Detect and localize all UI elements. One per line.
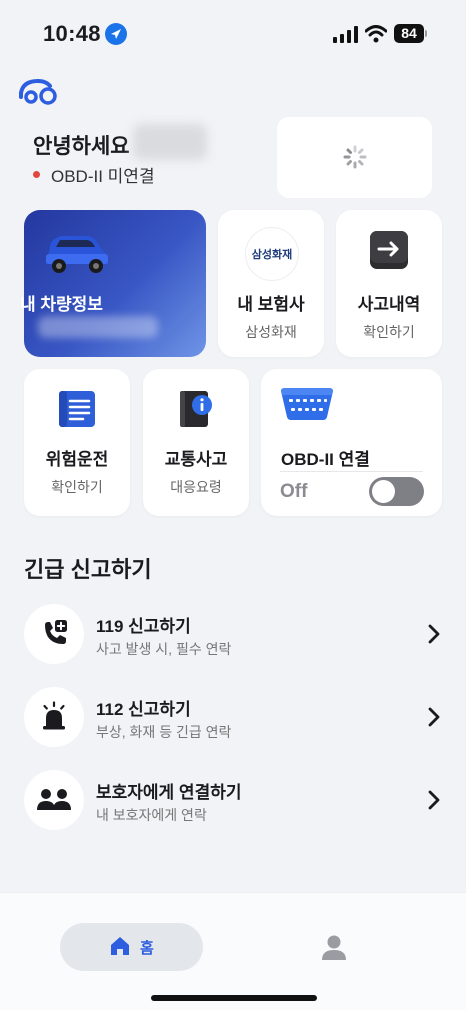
risky-driving-subtitle: 확인하기	[51, 479, 103, 495]
risky-driving-card[interactable]: 위험운전 확인하기	[24, 369, 130, 516]
emergency-section-title: 긴급 신고하기	[24, 557, 152, 582]
tab-home-label: 홈	[140, 940, 154, 957]
accident-history-title: 사고내역	[357, 295, 421, 314]
app-logo-icon	[19, 78, 57, 105]
risky-driving-title: 위험운전	[45, 450, 109, 469]
traffic-accident-card[interactable]: 교통사고 대응요령	[143, 369, 249, 516]
report-112-title: 112 신고하기	[96, 700, 191, 719]
loading-card	[277, 117, 432, 198]
report-112-row[interactable]: 112 신고하기 부상, 화재 등 긴급 연락	[24, 687, 444, 747]
vehicle-plate-redacted	[38, 316, 158, 338]
info-book-icon	[180, 391, 212, 427]
chevron-right-icon	[428, 707, 440, 727]
insurance-card[interactable]: 삼성화재 내 보험사 삼성화재	[218, 210, 324, 357]
report-icon-container	[24, 687, 84, 747]
siren-icon	[43, 701, 65, 730]
report-112-subtitle: 부상, 화재 등 긴급 연락	[96, 724, 232, 740]
contact-guardian-row[interactable]: 보호자에게 연결하기 내 보호자에게 연락	[24, 770, 444, 830]
obd-connection-status: OBD-II 미연결	[33, 162, 155, 187]
report-icon-container	[24, 770, 84, 830]
loading-spinner-icon	[343, 145, 367, 169]
accident-history-card[interactable]: 사고내역 확인하기	[336, 210, 442, 357]
tab-profile-user-icon[interactable]	[320, 934, 348, 962]
traffic-accident-title: 교통사고	[164, 450, 228, 469]
status-time: 10:48	[43, 21, 101, 46]
battery-level: 84	[394, 24, 424, 43]
status-bar: 10:48 84	[0, 0, 466, 66]
vehicle-card-title: 내 차량정보	[20, 295, 103, 314]
report-119-row[interactable]: 119 신고하기 사고 발생 시, 필수 연락	[24, 604, 444, 664]
obd-connection-card[interactable]: OBD-II 연결 Off	[261, 369, 442, 516]
car-icon	[46, 236, 108, 273]
phone-plus-icon	[45, 620, 67, 644]
obd-toggle-label: Off	[280, 481, 308, 502]
chevron-right-icon	[428, 790, 440, 810]
home-indicator	[151, 995, 317, 1001]
arrow-right-box-icon	[370, 231, 408, 269]
tab-home[interactable]: 홈	[60, 923, 203, 971]
report-icon-container	[24, 604, 84, 664]
contact-guardian-subtitle: 내 보호자에게 연락	[96, 807, 207, 823]
traffic-accident-subtitle: 대응요령	[170, 479, 222, 495]
accident-history-subtitle: 확인하기	[363, 324, 415, 340]
location-arrow-icon	[105, 23, 127, 45]
obd-toggle-switch[interactable]	[369, 477, 424, 506]
obd-card-title: OBD-II 연결	[281, 450, 370, 469]
people-icon	[37, 789, 71, 810]
toggle-knob	[372, 480, 395, 503]
report-119-title: 119 신고하기	[96, 617, 191, 636]
bottom-tab-bar: 홈	[0, 892, 466, 1010]
insurance-card-title: 내 보험사	[237, 295, 305, 314]
home-icon	[111, 937, 129, 955]
obd-status-label: OBD-II 미연결	[51, 167, 155, 186]
insurer-logo: 삼성화재	[245, 227, 299, 281]
chevron-right-icon	[428, 624, 440, 644]
contact-guardian-title: 보호자에게 연결하기	[96, 783, 242, 802]
wifi-icon	[365, 25, 387, 43]
battery-indicator: 84	[394, 24, 427, 43]
insurance-card-subtitle: 삼성화재	[245, 324, 297, 340]
report-119-subtitle: 사고 발생 시, 필수 연락	[96, 641, 232, 657]
user-name-redacted	[133, 124, 207, 160]
obd-port-icon	[281, 388, 333, 420]
greeting-text: 안녕하세요	[33, 135, 130, 158]
cellular-signal-icon	[333, 26, 358, 43]
status-dot-icon	[33, 171, 40, 178]
obd-card-divider	[280, 471, 423, 472]
document-list-icon	[59, 391, 95, 427]
